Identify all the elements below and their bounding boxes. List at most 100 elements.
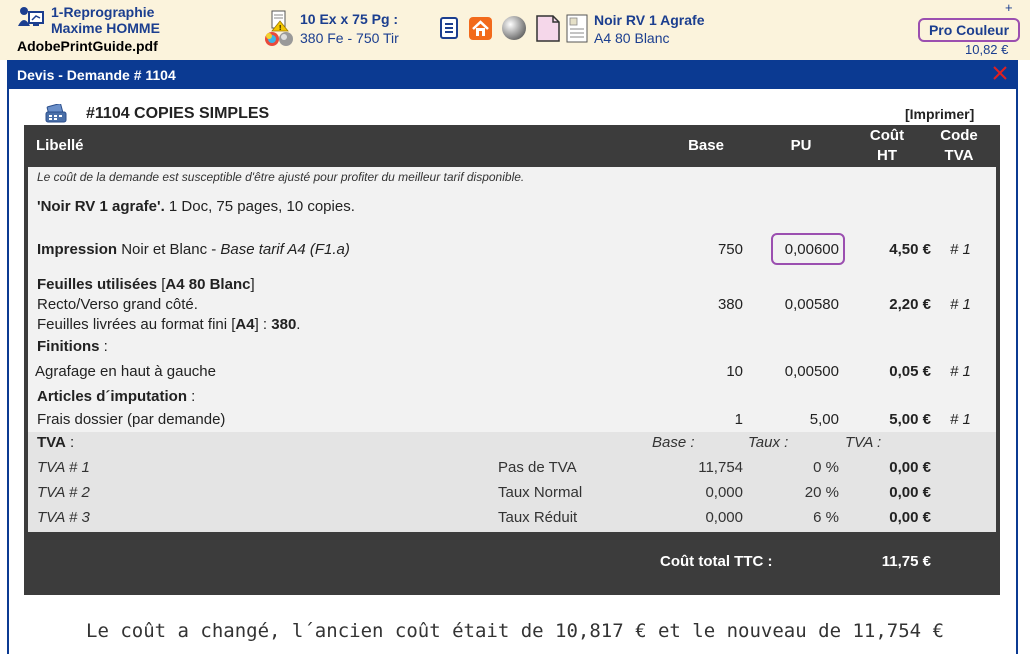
articles-pu: 5,00 — [809, 411, 839, 428]
articles-label: Articles d´imputation — [37, 388, 188, 405]
feuilles-delivered-a: Feuilles livrées au format fini [ — [37, 316, 236, 333]
feuilles-delivered-count: 380 — [271, 316, 297, 333]
feuilles-pu: 0,00580 — [784, 296, 839, 313]
header-pu: PU — [790, 137, 812, 154]
finitions-label: Finitions — [37, 338, 100, 355]
header-code-line2: TVA — [944, 147, 974, 164]
finitions-base: 10 — [726, 363, 743, 380]
user-computer-icon[interactable] — [18, 6, 44, 30]
tva-title: TVA : — [37, 434, 74, 451]
toolbar-icon-group — [440, 14, 588, 43]
feuilles-bracket-close: ] — [250, 276, 255, 293]
tva-colon: : — [65, 434, 75, 451]
header-cout-line2: HT — [877, 147, 897, 164]
tva-row-taux: 0 % — [813, 459, 839, 476]
tva-row-amount: 0,00 € — [889, 509, 931, 526]
tva-row-base: 0,000 — [705, 484, 743, 501]
impression-pu: 0,00600 — [784, 241, 839, 258]
feuilles-delivered-e: . — [296, 316, 301, 333]
home-icon[interactable] — [469, 17, 492, 40]
impression-label: Impression Noir et Blanc - Base tarif A4… — [37, 241, 350, 258]
header-libelle: Libellé — [36, 137, 84, 154]
current-price: 10,82 € — [965, 42, 1009, 57]
product-paper: A4 80 Blanc — [594, 30, 670, 46]
finitions-code: # 1 — [950, 363, 971, 380]
tva-col-taux: Taux : — [748, 434, 789, 451]
summary-details: 1 Doc, 75 pages, 10 copies. — [164, 198, 355, 215]
tva-row-taux: 20 % — [804, 484, 839, 501]
tva-row-code: TVA # 1 — [37, 459, 90, 476]
impression-base-tarif: Base tarif A4 (F1.a) — [220, 241, 350, 258]
impression-base: 750 — [717, 241, 743, 258]
impression-cout: 4,50 € — [889, 241, 931, 258]
feuilles-paper: A4 80 Blanc — [165, 276, 251, 293]
feuilles-base: 380 — [717, 296, 743, 313]
product-sheet-icon[interactable] — [566, 14, 588, 43]
feuilles-label: Feuilles utilisées — [37, 276, 158, 293]
summary-product: 'Noir RV 1 agrafe'. — [37, 198, 165, 215]
header-code-tva: Code TVA — [929, 126, 989, 166]
impression-code: # 1 — [950, 241, 971, 258]
tva-label: TVA — [37, 434, 66, 451]
dialog-header: Devis - Demande # 1104 — [7, 60, 1018, 89]
finitions-cout: 0,05 € — [889, 363, 931, 380]
color-mode-icon — [265, 32, 293, 46]
feuilles-delivered-c: ] : — [254, 316, 272, 333]
tva-row-taux: 6 % — [813, 509, 839, 526]
expand-plus[interactable]: + — [1005, 0, 1013, 15]
articles-cout: 5,00 € — [889, 411, 931, 428]
articles-title: Articles d´imputation : — [37, 388, 195, 405]
total-value: 11,75 € — [881, 553, 931, 570]
impression-mode: Noir et Blanc - — [117, 241, 221, 258]
tva-row-amount: 0,00 € — [889, 484, 931, 501]
feuilles-title: Feuilles utilisées [A4 80 Blanc] — [37, 276, 255, 293]
job-info[interactable]: 1-Reprographie Maxime HOMME — [51, 4, 160, 36]
feuilles-code: # 1 — [950, 296, 971, 313]
tva-col-tva: TVA : — [845, 434, 882, 451]
table-header: Libellé Base PU Coût HT Code TVA — [24, 125, 1000, 167]
header-cout-line1: Coût — [869, 127, 905, 144]
tva-col-base: Base : — [652, 434, 695, 451]
job-line-1: 1-Reprographie — [51, 4, 155, 20]
total-label: Coût total TTC : — [660, 553, 773, 570]
header-base: Base — [688, 137, 724, 154]
feuilles-cout: 2,20 € — [889, 296, 931, 313]
tva-row-label: Pas de TVA — [498, 459, 577, 476]
finitions-colon: : — [99, 338, 108, 355]
adjustment-note: Le coût de la demande est susceptible d'… — [37, 170, 525, 184]
tva-row-code: TVA # 2 — [37, 484, 90, 501]
product-name[interactable]: Noir RV 1 Agrafe — [594, 12, 704, 28]
price-change-message: Le coût a changé, l´ancien coût était de… — [86, 620, 944, 642]
tva-row-label: Taux Réduit — [498, 509, 578, 526]
tva-row-label: Taux Normal — [498, 484, 583, 501]
product-summary: 'Noir RV 1 agrafe'. 1 Doc, 75 pages, 10 … — [37, 198, 355, 215]
finitions-item: Agrafage en haut à gauche — [35, 363, 216, 380]
sphere-icon[interactable] — [502, 16, 526, 40]
feuilles-recto-verso: Recto/Verso grand côté. — [37, 296, 198, 313]
sheets-summary: 380 Fe - 750 Tir — [300, 30, 399, 46]
articles-item: Frais dossier (par demande) — [37, 411, 226, 428]
close-icon[interactable] — [992, 65, 1008, 81]
dialog-title: Devis - Demande # 1104 — [17, 67, 176, 83]
paper-sheet-icon[interactable] — [536, 15, 560, 42]
header-code-line1: Code — [940, 127, 978, 144]
quantity-summary[interactable]: 10 Ex x 75 Pg : — [300, 11, 398, 27]
top-toolbar: 1-Reprographie Maxime HOMME AdobePrintGu… — [0, 0, 1030, 60]
header-cout-ht: Coût HT — [857, 126, 917, 166]
feuilles-delivered-format: A4 — [235, 316, 255, 333]
file-name[interactable]: AdobePrintGuide.pdf — [17, 38, 158, 54]
print-link[interactable]: [Imprimer] — [905, 106, 974, 122]
job-line-2: Maxime HOMME — [51, 20, 160, 36]
quote-section-title: #1104 COPIES SIMPLES — [86, 105, 270, 122]
finitions-title: Finitions : — [37, 338, 108, 355]
tva-row-code: TVA # 3 — [37, 509, 90, 526]
articles-base: 1 — [734, 411, 743, 428]
pro-couleur-button[interactable]: Pro Couleur — [918, 18, 1020, 42]
document-warning-icon[interactable]: ! — [271, 10, 289, 32]
feuilles-delivered: Feuilles livrées au format fini [A4] : 3… — [37, 316, 300, 333]
articles-colon: : — [187, 388, 196, 405]
impression-title: Impression — [37, 241, 118, 258]
list-icon[interactable] — [440, 17, 458, 39]
articles-code: # 1 — [950, 411, 971, 428]
finitions-pu: 0,00500 — [784, 363, 839, 380]
